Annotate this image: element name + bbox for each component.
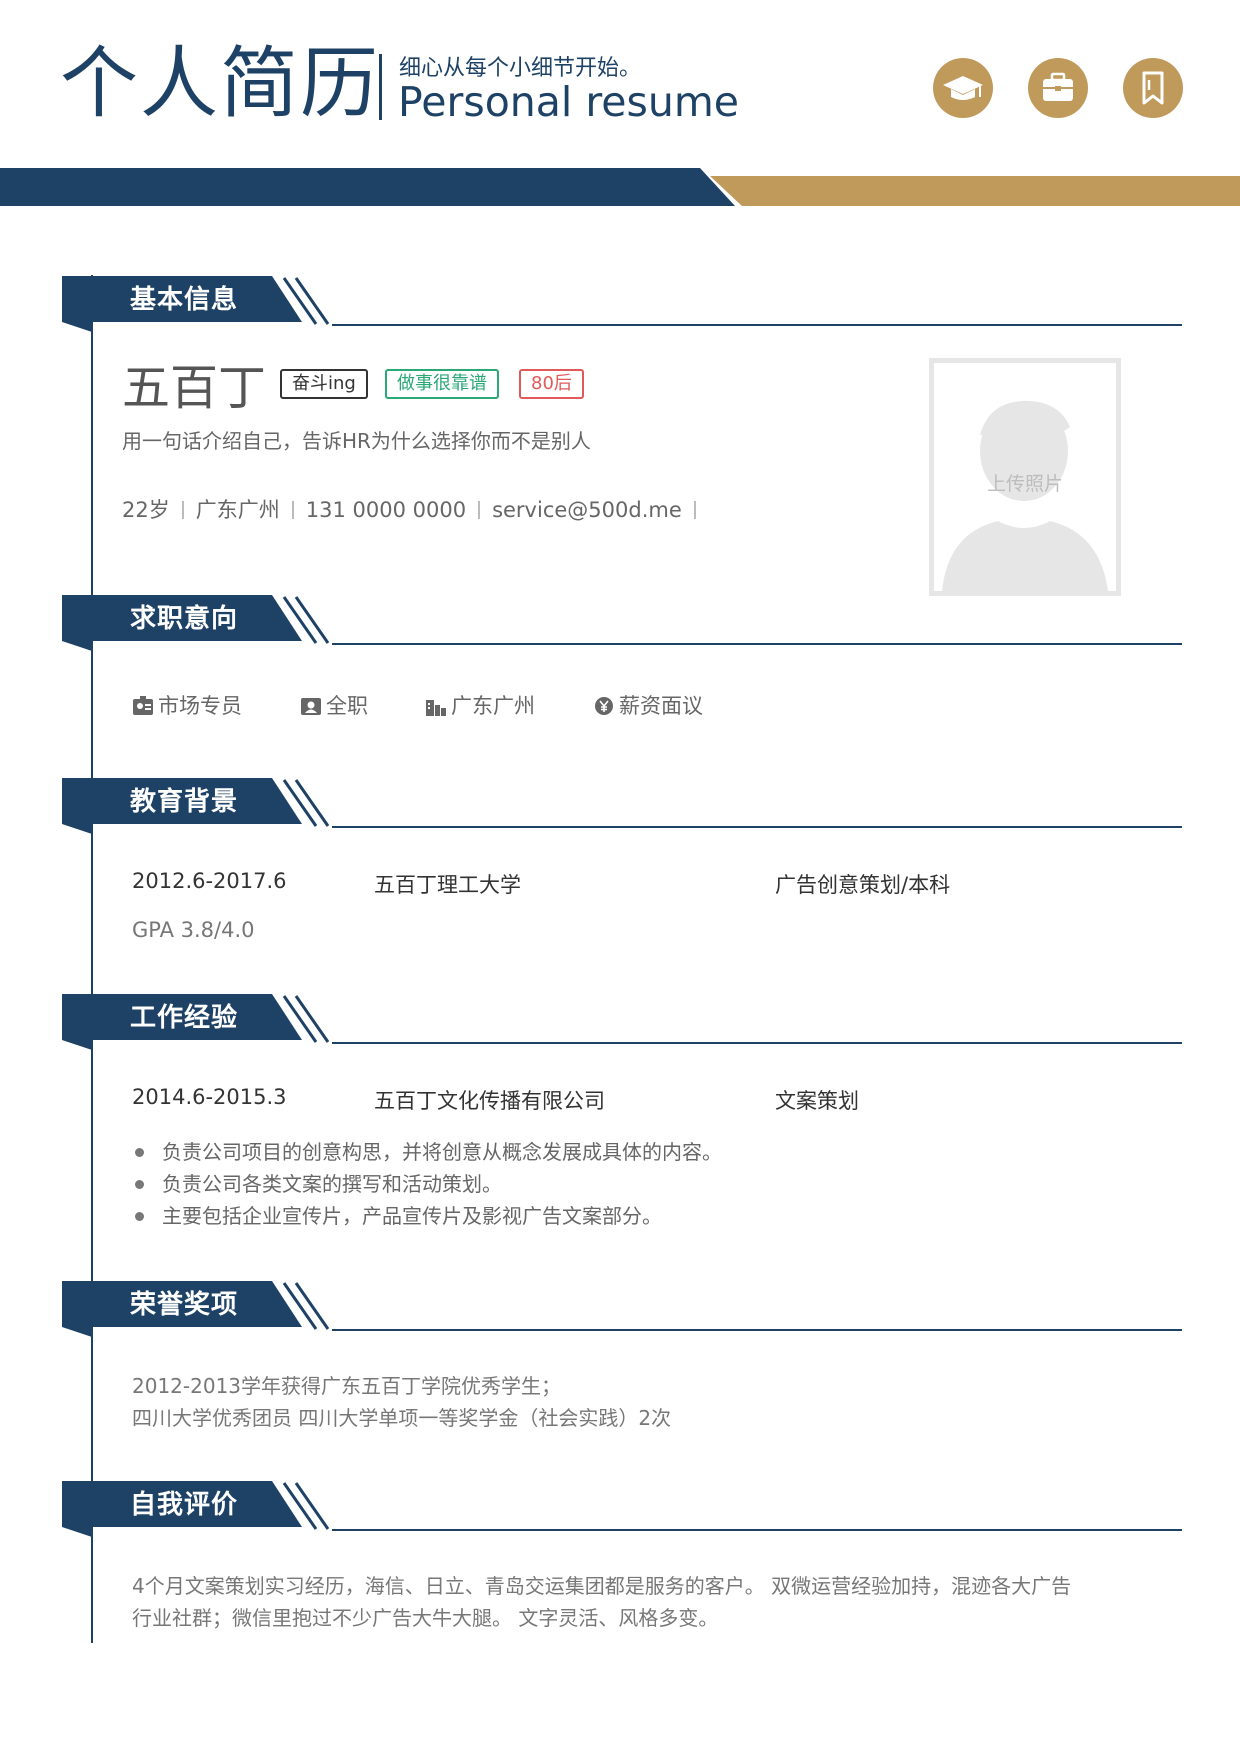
honors-line-2: 四川大学优秀团员 四川大学单项一等奖学金（社会实践）2次 [132,1406,672,1430]
intent-salary: 薪资面议 [593,690,703,720]
section-header-intent: 求职意向 [62,595,1182,651]
list-item: 主要包括企业宣传片，产品宣传片及影视广告文案部分。 [135,1200,722,1232]
yen-coin-icon [595,697,613,715]
intent-city-label: 广东广州 [451,694,535,718]
education-gpa: GPA 3.8/4.0 [132,918,255,942]
self-intro: 用一句话介绍自己，告诉HR为什么选择你而不是别人 [122,429,591,453]
list-item: 负责公司各类文案的撰写和活动策划。 [135,1168,722,1200]
building-icon [426,700,446,716]
section-header-honors: 荣誉奖项 [62,1281,1182,1337]
timeline-rule [91,275,93,1643]
section-title-education: 教育背景 [130,787,239,817]
work-company: 五百丁文化传播有限公司 [374,1089,605,1113]
section-underline [332,643,1182,645]
section-underline [332,1329,1182,1331]
header-band [0,168,1240,206]
section-title-self: 自我评价 [130,1490,239,1520]
education-major: 广告创意策划/本科 [775,873,951,897]
section-header-self: 自我评价 [62,1481,1182,1537]
intent-city: 广东广州 [425,690,535,720]
bookmark-icon [1123,58,1183,118]
tag-1: 奋斗ing [280,369,368,399]
graduation-cap-icon [933,58,993,118]
education-period: 2012.6-2017.6 [132,869,287,893]
section-title-work: 工作经验 [130,1003,239,1033]
section-underline [332,1529,1182,1531]
age: 22岁 [122,498,170,522]
section-header-work: 工作经验 [62,994,1182,1050]
photo-placeholder[interactable]: 上传照片 [929,358,1121,596]
intent-position: 市场专员 [132,690,242,720]
photo-upload-label: 上传照片 [986,473,1063,495]
location: 广东广州 [195,498,280,522]
pipe-divider [693,501,696,519]
education-school: 五百丁理工大学 [374,873,521,897]
pipe-divider [478,501,481,519]
id-card-icon [133,696,153,715]
tag-2: 做事很靠谱 [385,369,499,399]
list-item: 负责公司项目的创意构思，并将创意从概念发展成具体的内容。 [135,1136,722,1168]
section-header-education: 教育背景 [62,778,1182,834]
self-eval-line-2: 行业社群；微信里抱过不少广告大牛大腿。 文字灵活、风格多变。 [132,1606,719,1630]
section-underline [332,826,1182,828]
tag-3: 80后 [519,369,584,399]
briefcase-icon [1028,58,1088,118]
intent-position-label: 市场专员 [158,694,242,718]
section-title-honors: 荣誉奖项 [130,1290,239,1320]
resume-title-english: Personal resume [398,78,740,126]
email: service@500d.me [492,498,682,522]
title-divider [379,54,382,120]
intent-salary-label: 薪资面议 [619,694,703,718]
phone: 131 0000 0000 [305,498,467,522]
candidate-name: 五百丁 [122,360,267,416]
pipe-divider [181,501,184,519]
section-title-intent: 求职意向 [130,604,239,634]
honors-line-1: 2012-2013学年获得广东五百丁学院优秀学生； [132,1374,562,1398]
contact-line: 22岁 广东广州 131 0000 0000 service@500d.me [122,494,708,524]
self-eval-line-1: 4个月文案策划实习经历，海信、日立、青岛交运集团都是服务的客户。 双微运营经验加… [132,1574,1072,1598]
badge-icon [301,698,321,715]
intent-type: 全职 [300,690,368,720]
work-period: 2014.6-2015.3 [132,1085,287,1109]
intent-type-label: 全职 [326,694,368,718]
work-duties-list: 负责公司项目的创意构思，并将创意从概念发展成具体的内容。 负责公司各类文案的撰写… [135,1136,722,1232]
pipe-divider [291,501,294,519]
resume-title: 个人简历 [60,39,381,129]
section-underline [332,1042,1182,1044]
section-underline [332,324,1182,326]
work-role: 文案策划 [775,1089,859,1113]
section-title-basic: 基本信息 [130,285,239,315]
section-header-basic: 基本信息 [62,276,1182,332]
